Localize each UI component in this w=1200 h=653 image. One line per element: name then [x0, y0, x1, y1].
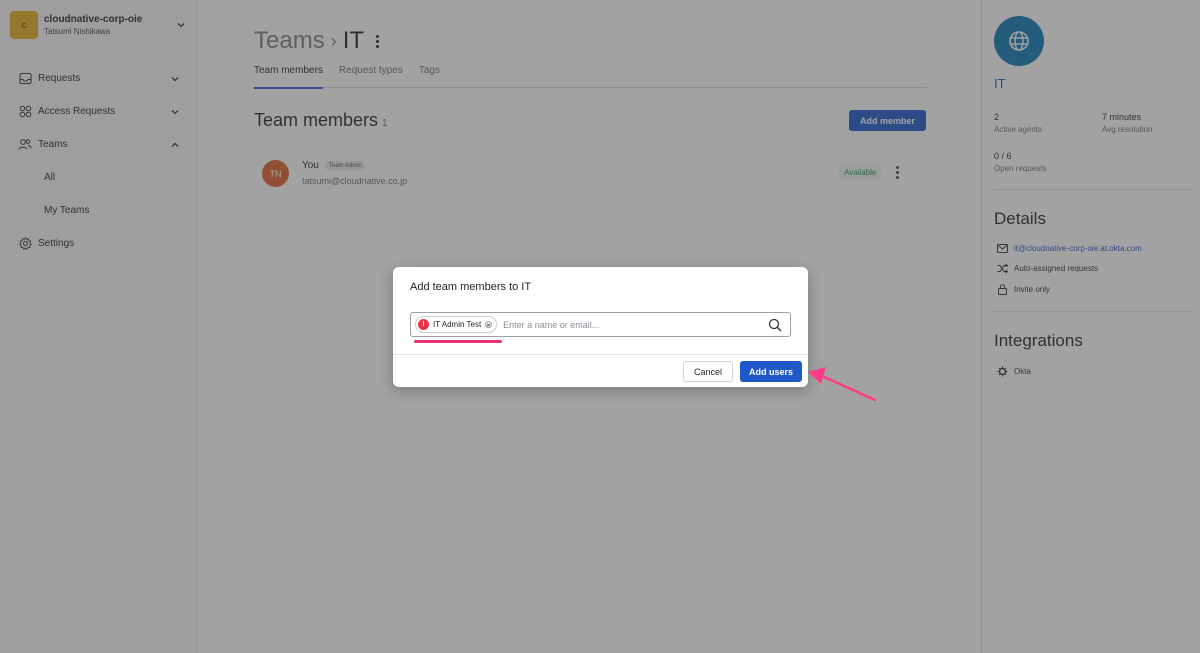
annotation-arrow-icon	[808, 367, 877, 402]
search-icon[interactable]	[768, 318, 782, 332]
chip-label: IT Admin Test	[433, 320, 482, 329]
remove-chip-icon[interactable]	[485, 321, 493, 328]
member-search-input[interactable]	[503, 319, 754, 330]
add-users-button[interactable]: Add users	[740, 361, 802, 382]
alert-icon: !	[418, 319, 429, 330]
dialog-title: Add team members to IT	[410, 281, 532, 293]
cancel-button[interactable]: Cancel	[683, 361, 733, 382]
highlight-underline	[414, 340, 502, 343]
add-members-dialog: Add team members to IT ! IT Admin Test C…	[393, 267, 808, 387]
member-search-field[interactable]: ! IT Admin Test	[410, 312, 791, 337]
selected-user-chip[interactable]: ! IT Admin Test	[415, 316, 498, 333]
dialog-footer-divider	[393, 354, 808, 355]
